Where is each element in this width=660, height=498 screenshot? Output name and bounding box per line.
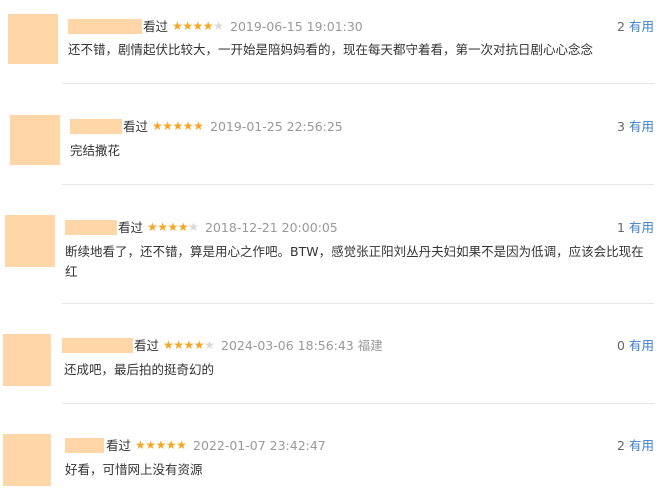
star-filled-icon: ★ bbox=[167, 220, 179, 234]
star-filled-icon: ★ bbox=[163, 338, 174, 352]
useful-button[interactable]: 有用 bbox=[629, 438, 654, 453]
star-filled-icon: ★ bbox=[177, 220, 189, 234]
rating-stars: ★★★★★ bbox=[135, 438, 187, 453]
review-content: 好看，可惜网上没有资源 bbox=[65, 462, 203, 477]
star-filled-icon: ★ bbox=[193, 338, 205, 352]
useful-count: 0 bbox=[617, 338, 625, 353]
review-time: 2022-01-07 23:42:47 bbox=[193, 438, 326, 453]
useful-count: 1 bbox=[617, 220, 625, 235]
avatar[interactable] bbox=[10, 115, 60, 165]
star-filled-icon: ★ bbox=[176, 438, 187, 452]
review-content: 还成吧，最后拍的挺奇幻的 bbox=[64, 362, 215, 377]
useful-count: 2 bbox=[617, 438, 625, 453]
star-filled-icon: ★ bbox=[152, 119, 163, 133]
divider bbox=[62, 303, 654, 304]
star-filled-icon: ★ bbox=[145, 438, 156, 452]
star-filled-icon: ★ bbox=[165, 438, 177, 452]
watch-status: 看过 bbox=[106, 438, 132, 453]
watch-status: 看过 bbox=[134, 338, 160, 353]
useful-button[interactable]: 有用 bbox=[629, 220, 654, 235]
rating-stars: ★★★★★ bbox=[172, 19, 224, 34]
review-time: 2019-01-25 22:56:25 bbox=[210, 119, 343, 134]
avatar[interactable] bbox=[3, 434, 51, 486]
review-content: 断续地看了，还不错，算是用心之作吧。BTW，感觉张正阳刘丛丹夫妇如果不是因为低调… bbox=[65, 244, 644, 279]
star-filled-icon: ★ bbox=[192, 19, 204, 33]
rating-stars: ★★★★★ bbox=[147, 220, 199, 235]
star-filled-icon: ★ bbox=[202, 19, 214, 33]
star-filled-icon: ★ bbox=[172, 19, 183, 33]
username[interactable] bbox=[68, 19, 142, 34]
star-filled-icon: ★ bbox=[173, 338, 184, 352]
useful-button[interactable]: 有用 bbox=[629, 338, 654, 353]
divider bbox=[62, 403, 654, 404]
divider bbox=[62, 83, 654, 84]
star-filled-icon: ★ bbox=[182, 119, 194, 133]
useful-vote: 1 有用 bbox=[617, 220, 654, 235]
star-filled-icon: ★ bbox=[193, 119, 204, 133]
review-location: 福建 bbox=[357, 338, 383, 353]
avatar[interactable] bbox=[8, 14, 58, 64]
username[interactable] bbox=[70, 119, 122, 134]
review-content: 完结撒花 bbox=[70, 143, 121, 158]
star-filled-icon: ★ bbox=[155, 438, 167, 452]
review-time: 2019-06-15 19:01:30 bbox=[230, 19, 363, 34]
rating-stars: ★★★★★ bbox=[163, 338, 215, 353]
username[interactable] bbox=[62, 338, 133, 353]
divider bbox=[62, 184, 654, 185]
star-filled-icon: ★ bbox=[162, 119, 173, 133]
useful-vote: 0 有用 bbox=[617, 338, 654, 353]
useful-vote: 3 有用 bbox=[617, 119, 654, 134]
review-content: 还不错，剧情起伏比较大，一开始是陪妈妈看的，现在每天都守着看，第一次对抗日剧心心… bbox=[68, 42, 594, 57]
watch-status: 看过 bbox=[123, 119, 149, 134]
review-time-text: 2024-03-06 18:56:43 bbox=[221, 338, 354, 353]
useful-vote: 2 有用 bbox=[617, 438, 654, 453]
star-filled-icon: ★ bbox=[172, 119, 184, 133]
star-filled-icon: ★ bbox=[157, 220, 168, 234]
star-filled-icon: ★ bbox=[135, 438, 146, 452]
username[interactable] bbox=[65, 438, 104, 453]
avatar[interactable] bbox=[5, 215, 55, 267]
star-empty-icon: ★ bbox=[188, 220, 199, 234]
rating-stars: ★★★★★ bbox=[152, 119, 204, 134]
useful-vote: 2 有用 bbox=[617, 19, 654, 34]
watch-status: 看过 bbox=[143, 19, 169, 34]
review-time: 2018-12-21 20:00:05 bbox=[205, 220, 338, 235]
review-time: 2024-03-06 18:56:43 福建 bbox=[221, 338, 383, 353]
useful-count: 2 bbox=[617, 19, 625, 34]
star-filled-icon: ★ bbox=[183, 338, 195, 352]
star-empty-icon: ★ bbox=[213, 19, 224, 33]
watch-status: 看过 bbox=[118, 220, 144, 235]
star-filled-icon: ★ bbox=[147, 220, 158, 234]
useful-button[interactable]: 有用 bbox=[629, 119, 654, 134]
username[interactable] bbox=[65, 220, 117, 235]
useful-button[interactable]: 有用 bbox=[629, 19, 654, 34]
star-filled-icon: ★ bbox=[182, 19, 193, 33]
useful-count: 3 bbox=[617, 119, 625, 134]
avatar[interactable] bbox=[3, 334, 51, 386]
star-empty-icon: ★ bbox=[204, 338, 215, 352]
